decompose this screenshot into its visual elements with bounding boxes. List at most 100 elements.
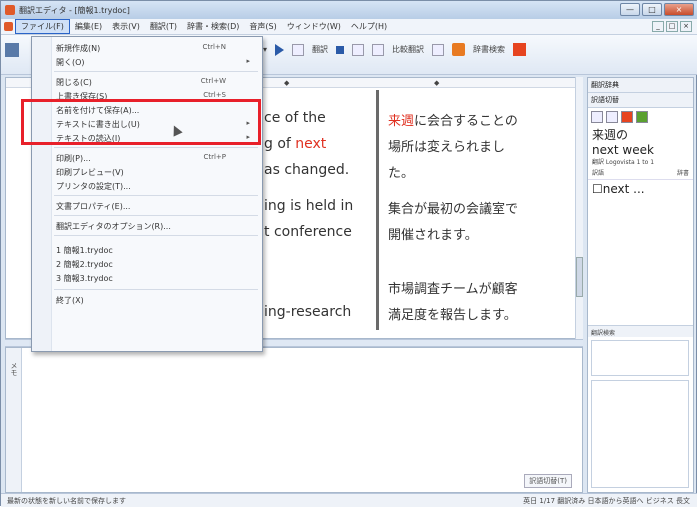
shortcut-close: Ctrl+W — [200, 77, 226, 85]
document-icon[interactable] — [352, 43, 365, 56]
menu-recent-1[interactable]: 1 簡報1.trydoc — [56, 245, 113, 256]
shortcut-print: Ctrl+P — [203, 153, 226, 161]
dict-option-icon[interactable] — [591, 111, 603, 123]
dict-col-translation: 訳語 — [592, 170, 605, 177]
menu-separator — [54, 235, 258, 236]
menu-open[interactable]: 開く(O) — [56, 57, 85, 68]
maximize-button[interactable]: □ — [642, 3, 662, 16]
menu-help[interactable]: ヘルプ(H) — [346, 20, 392, 33]
menu-print-preview[interactable]: 印刷プレビュー(V) — [56, 167, 124, 178]
shortcut-new: Ctrl+N — [202, 43, 226, 51]
dictionary-panel: 翻訳辞典 訳語切替 来週の next week 翻訳 Logovista 1 t… — [587, 77, 694, 493]
dict-entry[interactable]: ☐next ... — [588, 180, 693, 198]
target-line[interactable]: 集合が最初の会議室で — [388, 198, 518, 217]
checkbox-icon[interactable]: ☐ — [592, 182, 603, 196]
translate-button[interactable]: 翻訳 — [312, 44, 328, 55]
dict-word-jp: 来週の — [592, 128, 629, 142]
window-controls: — □ × — [620, 3, 694, 16]
dict-toolbar — [588, 108, 693, 126]
menu-options[interactable]: 翻訳エディタのオプション(R)... — [56, 221, 171, 232]
submenu-arrow-icon: ▸ — [246, 57, 250, 65]
ruler-mark: ◆ — [284, 79, 290, 87]
status-bar: 最新の状態を新しい名前で保存します 英日 1/17 翻訳済み 日本語から英語へ … — [1, 493, 697, 507]
minimize-button[interactable]: — — [620, 3, 640, 16]
source-line[interactable]: t conference — [264, 224, 352, 240]
dict-add-icon[interactable] — [636, 111, 648, 123]
menu-edit[interactable]: 編集(E) — [70, 20, 107, 33]
menu-separator — [54, 195, 258, 196]
menu-separator — [54, 215, 258, 216]
window-title: 翻訳エディタ - [簡報1.trydoc] — [19, 5, 130, 15]
highlight-icon[interactable] — [513, 43, 527, 56]
dict-highlight-icon[interactable] — [621, 111, 633, 123]
source-line[interactable]: ing-research — [264, 304, 351, 320]
skip-icon[interactable] — [292, 43, 305, 56]
target-line[interactable]: 場所は変えられまし — [388, 136, 505, 155]
dict-search-button[interactable]: 辞書検索 — [473, 44, 505, 55]
menu-close[interactable]: 閉じる(C) — [56, 77, 92, 88]
toolbar-icon[interactable] — [5, 43, 19, 57]
menu-doc-properties[interactable]: 文書プロパティ(E)... — [56, 201, 130, 212]
menu-voice[interactable]: 音声(S) — [244, 20, 281, 33]
target-line[interactable]: 来週に会合することの — [388, 110, 518, 129]
dict-col-dict: 辞書 — [676, 170, 689, 177]
menu-file[interactable]: ファイル(F) — [15, 19, 70, 34]
source-line[interactable]: ce of the — [264, 110, 326, 126]
column-divider[interactable] — [376, 90, 379, 330]
menu-bar: ファイル(F) 編集(E) 表示(V) 翻訳(T) 辞書・検索(D) 音声(S)… — [1, 19, 697, 35]
menu-new[interactable]: 新規作成(N) — [56, 43, 100, 54]
source-line[interactable]: ing is held in — [264, 198, 353, 214]
menu-exit[interactable]: 終了(X) — [56, 295, 84, 306]
dict-source: 翻訳 Logovista 1 to 1 — [592, 159, 655, 166]
menu-view[interactable]: 表示(V) — [107, 20, 145, 33]
doc-minimize-button[interactable]: _ — [652, 21, 664, 32]
arrow-icon[interactable] — [372, 43, 385, 56]
dict-search-box[interactable] — [591, 340, 689, 376]
dict-lower-header: 翻訳検索 — [588, 325, 693, 337]
play-icon[interactable] — [275, 43, 285, 56]
dict-word-en: next week — [592, 143, 654, 157]
menu-separator — [54, 71, 258, 72]
target-line[interactable]: 開催されます。 — [388, 224, 478, 243]
toolbar-group: ▾ 翻訳 比較翻訳 辞書検索 — [263, 43, 527, 56]
app-window: 翻訳エディタ - [簡報1.trydoc] — □ × ファイル(F) 編集(E… — [0, 0, 697, 507]
title-bar: 翻訳エディタ - [簡報1.trydoc] — □ × — [1, 1, 697, 19]
menu-dictionary[interactable]: 辞書・検索(D) — [182, 20, 244, 33]
document-window-controls: _ □ × — [652, 21, 692, 32]
doc-close-button[interactable]: × — [680, 21, 692, 32]
source-line[interactable]: as changed. — [264, 162, 349, 178]
menu-window[interactable]: ウィンドウ(W) — [282, 20, 346, 33]
dict-search-icon[interactable] — [606, 111, 618, 123]
target-line[interactable]: 市場調査チームが顧客 — [388, 278, 518, 297]
menu-recent-2[interactable]: 2 簡報2.trydoc — [56, 259, 113, 270]
close-button[interactable]: × — [664, 3, 694, 16]
document-icon — [4, 22, 13, 31]
source-line[interactable]: g of next — [264, 136, 326, 152]
menu-printer-setup[interactable]: プリンタの設定(T)... — [56, 181, 131, 192]
vertical-scrollbar[interactable] — [575, 77, 583, 339]
app-icon — [5, 5, 15, 15]
status-message: 最新の状態を新しい名前で保存します — [7, 496, 126, 505]
compare-translate-button[interactable]: 比較翻訳 — [392, 44, 424, 55]
menu-print[interactable]: 印刷(P)... — [56, 153, 91, 164]
stop-icon[interactable] — [336, 45, 345, 54]
status-info: 英日 1/17 翻訳済み 日本語から英語へ ビジネス 長文 — [523, 497, 690, 505]
dict-results-box[interactable] — [591, 380, 689, 488]
target-line[interactable]: た。 — [388, 162, 414, 181]
monitor-icon[interactable] — [432, 43, 445, 56]
highlight-annotation — [21, 99, 261, 145]
memo-pane[interactable]: メモ 訳語切替(T) — [5, 347, 583, 493]
menu-separator — [54, 289, 258, 290]
dictionary-icon[interactable] — [452, 43, 466, 56]
file-menu-dropdown: 新規作成(N) Ctrl+N 開く(O) ▸ 閉じる(C) Ctrl+W 上書き… — [31, 36, 263, 352]
doc-restore-button[interactable]: □ — [666, 21, 678, 32]
dict-panel-header: 翻訳辞典 — [588, 78, 693, 93]
target-line[interactable]: 満足度を報告します。 — [388, 304, 517, 323]
scrollbar-thumb[interactable] — [576, 257, 583, 297]
switch-translation-button[interactable]: 訳語切替(T) — [524, 474, 572, 488]
dropdown-arrow-icon[interactable]: ▾ — [263, 45, 267, 54]
memo-label: メモ — [10, 362, 18, 376]
menu-translate[interactable]: 翻訳(T) — [145, 20, 182, 33]
memo-side-tab[interactable]: メモ — [6, 348, 22, 492]
menu-recent-3[interactable]: 3 簡報3.trydoc — [56, 273, 113, 284]
